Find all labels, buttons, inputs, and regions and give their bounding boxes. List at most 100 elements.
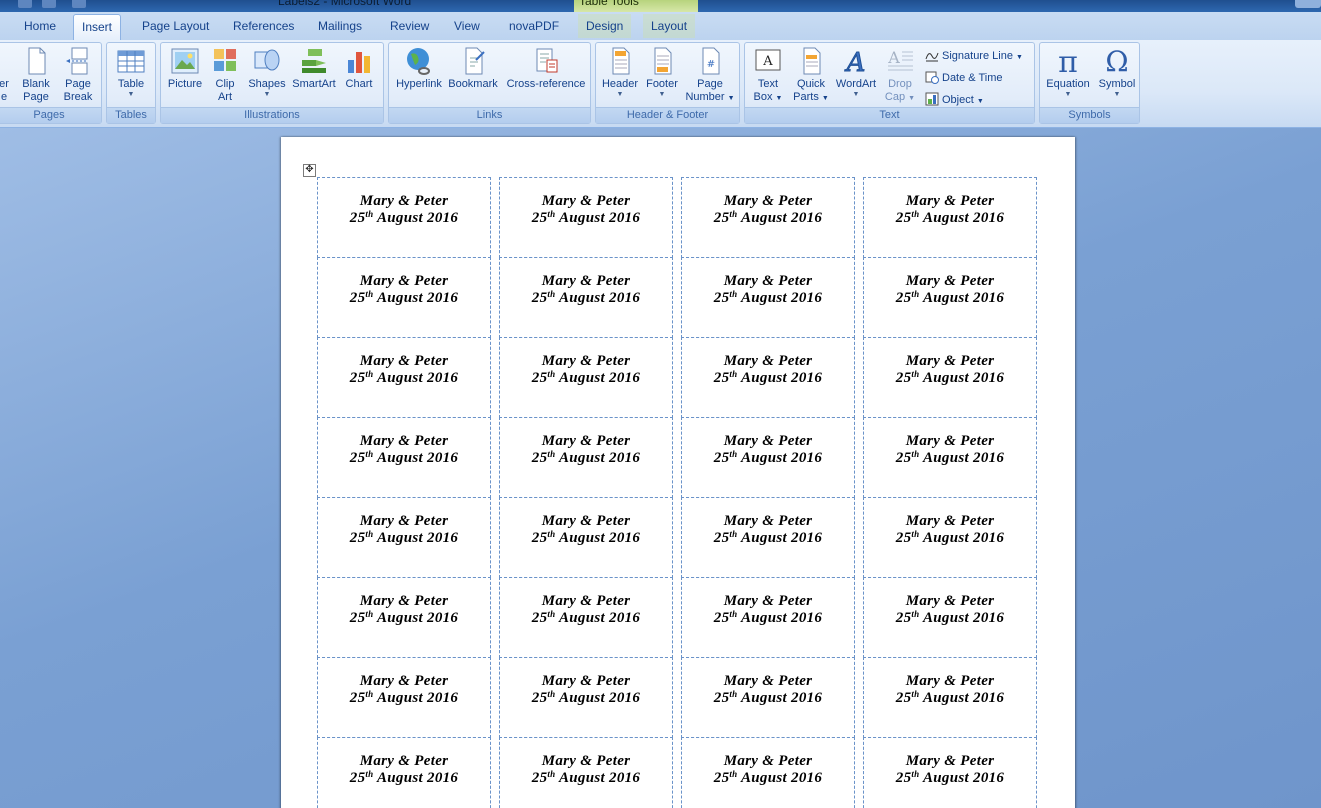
tab-references[interactable]: References xyxy=(225,14,302,38)
label-names: Mary & Peter xyxy=(905,433,995,449)
label-cell[interactable]: Mary & Peter 25th August 2016 xyxy=(317,737,491,808)
label-cell[interactable]: Mary & Peter 25th August 2016 xyxy=(681,577,855,658)
svg-text:Ω: Ω xyxy=(1105,46,1128,76)
cross-reference-button[interactable]: Cross-reference xyxy=(503,46,589,91)
label-cell[interactable]: Mary & Peter 25th August 2016 xyxy=(499,737,673,808)
label-cell[interactable]: Mary & Peter 25th August 2016 xyxy=(681,177,855,258)
label-cell[interactable]: Mary & Peter 25th August 2016 xyxy=(499,177,673,258)
label-day: 25 xyxy=(531,210,548,226)
symbol-button[interactable]: Ω Symbol ▼ xyxy=(1096,46,1138,98)
label-date: 25th August 2016 xyxy=(682,690,854,707)
bookmark-button[interactable]: Bookmark xyxy=(447,46,499,91)
label-cell[interactable]: Mary & Peter 25th August 2016 xyxy=(317,497,491,578)
label-date: 25th August 2016 xyxy=(682,530,854,547)
label-cell[interactable]: Mary & Peter 25th August 2016 xyxy=(863,257,1037,338)
page-break-button[interactable]: Page Break xyxy=(59,46,97,104)
bookmark-icon xyxy=(465,47,485,75)
label-cell[interactable]: Mary & Peter 25th August 2016 xyxy=(681,737,855,808)
label-cell[interactable]: Mary & Peter 25th August 2016 xyxy=(681,337,855,418)
label-cell[interactable]: Mary & Peter 25th August 2016 xyxy=(317,177,491,258)
label-cell[interactable]: Mary & Peter 25th August 2016 xyxy=(499,417,673,498)
chart-button[interactable]: Chart xyxy=(339,46,379,91)
tab-home[interactable]: Home xyxy=(16,14,64,38)
label-day: 25 xyxy=(713,290,730,306)
label-cell[interactable]: Mary & Peter 25th August 2016 xyxy=(499,497,673,578)
label-cell[interactable]: Mary & Peter 25th August 2016 xyxy=(681,497,855,578)
text-box-button[interactable]: A Text Box ▼ xyxy=(747,46,789,105)
label-day: 25 xyxy=(713,210,730,226)
label-cell[interactable]: Mary & Peter 25th August 2016 xyxy=(681,257,855,338)
drop-cap-button[interactable]: A Drop Cap ▼ xyxy=(881,46,919,105)
label-cell[interactable]: Mary & Peter 25th August 2016 xyxy=(317,577,491,658)
label-date: 25th August 2016 xyxy=(682,450,854,467)
document-page[interactable]: ✥ Mary & Peter 25th August 2016 Mary & Pet… xyxy=(281,137,1075,808)
clip-art-button[interactable]: Clip Art xyxy=(207,46,243,104)
page-number-button[interactable]: # Page Number ▼ xyxy=(684,46,736,105)
group-label-links: Links xyxy=(389,107,590,123)
blank-page-button[interactable]: Blank Page xyxy=(17,46,55,104)
label-month-year: August 2016 xyxy=(919,290,1005,306)
redo-icon[interactable] xyxy=(72,0,86,8)
chevron-down-icon: ▼ xyxy=(658,91,666,98)
label-cell[interactable]: Mary & Peter 25th August 2016 xyxy=(499,337,673,418)
tab-mailings[interactable]: Mailings xyxy=(310,14,370,38)
label-cell[interactable]: Mary & Peter 25th August 2016 xyxy=(681,417,855,498)
equation-button[interactable]: π Equation ▼ xyxy=(1042,46,1094,98)
label-cell[interactable]: Mary & Peter 25th August 2016 xyxy=(317,337,491,418)
quick-parts-button[interactable]: Quick Parts ▼ xyxy=(791,46,831,105)
label-date: 25th August 2016 xyxy=(864,610,1036,627)
label-cell[interactable]: Mary & Peter 25th August 2016 xyxy=(863,337,1037,418)
label-month-year: August 2016 xyxy=(737,290,823,306)
label-month-year: August 2016 xyxy=(737,610,823,626)
label-cell[interactable]: Mary & Peter 25th August 2016 xyxy=(863,497,1037,578)
table-move-handle-icon[interactable]: ✥ xyxy=(303,164,316,177)
tab-insert[interactable]: Insert xyxy=(73,14,122,41)
shapes-button[interactable]: Shapes ▼ xyxy=(245,46,289,98)
header-button[interactable]: Header ▼ xyxy=(598,46,642,98)
label-cell[interactable]: Mary & Peter 25th August 2016 xyxy=(863,657,1037,738)
label-cell[interactable]: Mary & Peter 25th August 2016 xyxy=(317,657,491,738)
picture-button[interactable]: Picture xyxy=(165,46,205,91)
save-icon[interactable] xyxy=(18,0,32,8)
label-cell[interactable]: Mary & Peter 25th August 2016 xyxy=(863,177,1037,258)
cover-page-button[interactable]: er e xyxy=(0,46,11,104)
tab-view[interactable]: View xyxy=(446,14,488,38)
tab-design[interactable]: Design xyxy=(578,14,632,38)
labels-table[interactable]: Mary & Peter 25th August 2016 Mary & Peter… xyxy=(317,177,1037,808)
tab-novapdf[interactable]: novaPDF xyxy=(501,14,567,38)
label-names: Mary & Peter xyxy=(723,593,813,609)
label-cell[interactable]: Mary & Peter 25th August 2016 xyxy=(863,417,1037,498)
tab-page-layout[interactable]: Page Layout xyxy=(134,14,217,38)
label-names: Mary & Peter xyxy=(905,753,995,769)
label-cell[interactable]: Mary & Peter 25th August 2016 xyxy=(499,657,673,738)
label-cell[interactable]: Mary & Peter 25th August 2016 xyxy=(499,257,673,338)
group-label-tables: Tables xyxy=(107,107,155,123)
smartart-button[interactable]: SmartArt xyxy=(291,46,337,91)
signature-line-icon xyxy=(925,52,939,62)
footer-button[interactable]: Footer ▼ xyxy=(642,46,682,98)
label-day: 25 xyxy=(713,530,730,546)
table-button[interactable]: Table ▼ xyxy=(111,46,151,98)
drop-cap-icon: A xyxy=(887,48,913,71)
label-date: 25th August 2016 xyxy=(864,770,1036,787)
label-cell[interactable]: Mary & Peter 25th August 2016 xyxy=(317,417,491,498)
tab-layout[interactable]: Layout xyxy=(643,14,696,38)
page-break-icon xyxy=(66,47,88,75)
label-names: Mary & Peter xyxy=(905,673,995,689)
label-cell[interactable]: Mary & Peter 25th August 2016 xyxy=(499,577,673,658)
tab-review[interactable]: Review xyxy=(382,14,437,38)
document-area[interactable]: ✥ Mary & Peter 25th August 2016 Mary & Pet… xyxy=(0,128,1321,808)
label-cell[interactable]: Mary & Peter 25th August 2016 xyxy=(681,657,855,738)
wordart-button[interactable]: A WordArt ▼ xyxy=(833,46,879,99)
label-month-year: August 2016 xyxy=(373,290,459,306)
hyperlink-button[interactable]: Hyperlink xyxy=(393,46,445,91)
label-cell[interactable]: Mary & Peter 25th August 2016 xyxy=(863,577,1037,658)
context-tab-group-header: Table Tools xyxy=(574,0,698,12)
date-time-button[interactable]: Date & Time xyxy=(925,69,1003,87)
label-cell[interactable]: Mary & Peter 25th August 2016 xyxy=(317,257,491,338)
undo-icon[interactable] xyxy=(42,0,56,8)
label-cell[interactable]: Mary & Peter 25th August 2016 xyxy=(863,737,1037,808)
window-control-button[interactable] xyxy=(1295,0,1321,8)
label-month-year: August 2016 xyxy=(373,530,459,546)
signature-line-button[interactable]: Signature Line ▼ xyxy=(925,47,1023,65)
